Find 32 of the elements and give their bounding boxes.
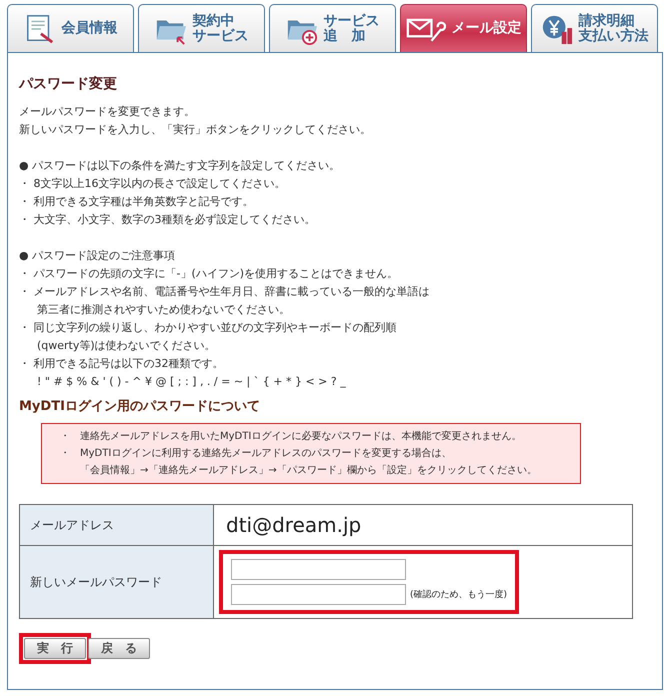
rule-text: ・ 利用できる文字種は半角英数字と記号です。 [19,194,254,210]
password-field[interactable] [231,559,406,580]
tab[interactable]: サービス 追 加 [269,4,396,52]
rule-text: (qwerty等)は使わないでください。 [36,338,217,354]
email-value: dti@dream.jp [214,504,632,546]
section-title: MyDTIログイン用のパスワードについて [19,398,261,415]
tab[interactable]: メール設定 [400,4,527,52]
notice-text: ・ MyDTIログインに利用する連絡先メールアドレスのパスワードを変更する場合は、 [60,446,452,461]
confirm-note: (確認のため、もう一度) [410,588,508,601]
rule-text: ・ メールアドレスや名前、電話番号や生年月日、辞書に載っている一般的な単語は [19,284,430,300]
tab[interactable]: 会員情報 [7,4,134,52]
tab[interactable]: 請求明細 支払い方法 [531,4,658,52]
rule-heading: ● パスワードは以下の条件を満たす文字列を設定してください。 [19,158,342,174]
field-label: 新しいメールパスワード [20,546,214,618]
action-button[interactable]: 戻 る [88,638,150,659]
tab[interactable]: 契約中 サービス [138,4,265,52]
rule-text: ・ パスワードの先頭の文字に「-」(ハイフン)を使用することはできません。 [19,266,400,282]
action-button[interactable]: 実 行 [24,638,86,659]
section-title: パスワード変更 [19,75,118,93]
rule-text: ・ 大文字、小文字、数字の3種類を必ず設定してください。 [19,212,316,228]
rule-text: ・ 同じ文字列の繰り返し、わかりやすい並びの文字列やキーボードの配列順 [19,320,398,336]
rule-text: ・ 8文字以上16文字以内の長さで設定してください。 [19,176,286,192]
field-label: メールアドレス [20,504,214,546]
rule-heading: ● パスワード設定のご注意事項 [19,248,176,264]
rule-text: ・ 利用できる記号は以下の32種類です。 [19,356,224,372]
intro-text: 新しいパスワードを入力し、「実行」ボタンをクリックしてください。 [19,122,372,138]
intro-text: メールパスワードを変更できます。 [19,104,196,120]
notice-text: ・ 連絡先メールアドレスを用いたMyDTIログインに必要なパスワードは、本機能で変更されません。 [60,430,522,444]
rule-text: 第三者に推測されやすいため使わないでください。 [36,302,291,318]
rule-text: ! " # $ % & ' ( ) - ^ ¥ @ [ ; : ] , . / = ~ | ` { + * } < > ? _ [36,374,347,390]
notice-text: 「会員情報」→「連絡先メールアドレス」→「パスワード」欄から「設定」をクリックしてください。 [79,464,538,478]
password-confirm-field[interactable] [231,584,406,605]
